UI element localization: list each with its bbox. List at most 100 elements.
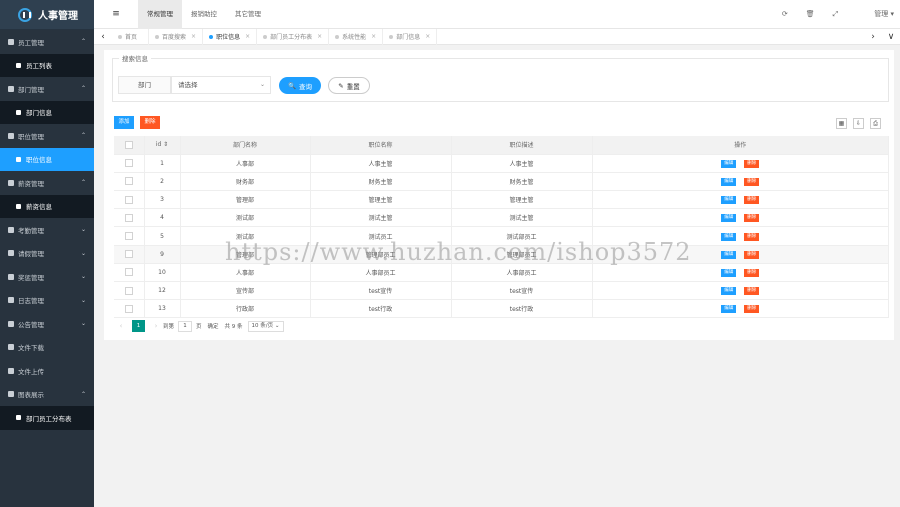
sidebar-item-label: 日志管理 — [18, 297, 44, 306]
row-checkbox[interactable] — [114, 172, 145, 192]
add-button[interactable]: 添加 — [114, 116, 134, 129]
row-checkbox[interactable] — [114, 263, 145, 283]
edit-button[interactable]: 编辑 — [721, 305, 737, 314]
row-checkbox[interactable] — [114, 245, 145, 264]
sidebar-item-16[interactable]: 部门员工分布表 — [0, 406, 94, 430]
delete-button[interactable]: 删除 — [744, 177, 760, 186]
sidebar-item-4[interactable]: 职位管理 ⌃ — [0, 124, 94, 148]
sidebar-item-2[interactable]: 部门管理 ⌃ — [0, 77, 94, 101]
confirm-button[interactable]: 确定 — [208, 322, 219, 330]
close-icon[interactable]: × — [245, 33, 250, 40]
tab-5[interactable]: 部门信息 × — [383, 28, 438, 45]
tab-3[interactable]: 部门员工分布表 × — [257, 28, 330, 45]
columns-filter-icon[interactable]: ▦ — [836, 118, 847, 129]
dept-select[interactable]: 请选择 ⌄ — [171, 76, 271, 94]
export-icon[interactable]: ⇩ — [853, 118, 864, 129]
trash-icon[interactable]: 🗑 — [806, 10, 815, 18]
tab-1[interactable]: 百度搜索 × — [149, 28, 204, 45]
user-menu[interactable]: 管理 ▾ — [856, 9, 894, 19]
sidebar-item-14[interactable]: 文件上传 — [0, 359, 94, 383]
prev-page-icon[interactable]: ‹ — [114, 322, 128, 330]
print-icon[interactable]: ⎙ — [870, 118, 881, 129]
edit-button[interactable]: 编辑 — [721, 196, 737, 205]
batch-delete-button[interactable]: 删除 — [140, 116, 160, 129]
tab-scroll-right-icon[interactable]: › — [864, 32, 882, 42]
edit-button[interactable]: 编辑 — [721, 214, 737, 223]
col-id[interactable]: id ⇕ — [144, 136, 181, 155]
tab-scroll-left-icon[interactable]: ‹ — [94, 32, 112, 42]
sidebar-item-15[interactable]: 图表展示 ⌃ — [0, 383, 94, 407]
edit-button[interactable]: 编辑 — [721, 159, 737, 168]
sidebar-item-6[interactable]: 薪资管理 ⌃ — [0, 171, 94, 195]
top-menu-other[interactable]: 其它管理 — [226, 0, 270, 29]
top-menu-general[interactable]: 常规管理 — [138, 0, 182, 29]
row-checkbox[interactable] — [114, 299, 145, 319]
edit-button[interactable]: 编辑 — [721, 177, 737, 186]
sidebar-item-1[interactable]: 员工列表 — [0, 53, 94, 77]
page-input[interactable]: 1 — [178, 320, 193, 332]
edit-button[interactable]: 编辑 — [721, 268, 737, 277]
menu-toggle-icon[interactable]: ≡ — [94, 9, 138, 19]
delete-button[interactable]: 删除 — [744, 196, 760, 205]
tab-dot-icon — [209, 34, 214, 39]
tab-2[interactable]: 职位信息 × — [203, 28, 258, 45]
sidebar-item-label: 职位信息 — [26, 156, 52, 165]
row-checkbox[interactable] — [114, 154, 145, 173]
cell-position: test宣传 — [310, 281, 452, 301]
sidebar-item-9[interactable]: 请假管理 ⌄ — [0, 242, 94, 266]
sidebar-item-label: 公告管理 — [18, 320, 44, 329]
close-icon[interactable]: × — [371, 33, 376, 40]
close-icon[interactable]: × — [317, 33, 322, 40]
sidebar-item-7[interactable]: 薪资信息 — [0, 194, 94, 218]
sidebar-item-5[interactable]: 职位信息 — [0, 147, 94, 171]
tab-4[interactable]: 系统性能 × — [329, 28, 384, 45]
sidebar-item-0[interactable]: 员工管理 ⌃ — [0, 30, 94, 54]
row-checkbox[interactable] — [114, 226, 145, 246]
page-size-select[interactable]: 10 条/页 ⌄ — [247, 320, 284, 332]
dept-select-value: 请选择 — [178, 81, 198, 89]
fullscreen-icon[interactable]: ⤢ — [833, 10, 839, 19]
current-page[interactable]: 1 — [132, 320, 145, 332]
refresh-icon[interactable]: ⟳ — [782, 10, 788, 18]
select-all-checkbox[interactable] — [114, 136, 145, 155]
sidebar-item-13[interactable]: 文件下载 — [0, 336, 94, 360]
sidebar-item-8[interactable]: 考勤管理 ⌄ — [0, 218, 94, 242]
row-checkbox[interactable] — [114, 281, 145, 301]
tab-dot-icon — [118, 34, 122, 39]
sidebar-item-11[interactable]: 日志管理 ⌄ — [0, 289, 94, 313]
search-icon: 🔍 — [287, 81, 297, 90]
tab-menu-icon[interactable]: ∨ — [882, 32, 900, 42]
edit-button[interactable]: 编辑 — [721, 250, 737, 259]
row-checkbox[interactable] — [114, 190, 145, 210]
cell-desc: 人事主管 — [451, 154, 593, 173]
row-checkbox[interactable] — [114, 208, 145, 228]
delete-button[interactable]: 删除 — [744, 159, 760, 168]
close-icon[interactable]: × — [191, 33, 196, 40]
cell-dept: 宣传部 — [180, 281, 311, 301]
delete-button[interactable]: 删除 — [744, 305, 760, 314]
goto-label: 到第 — [163, 324, 175, 330]
edit-button[interactable]: 编辑 — [721, 232, 737, 241]
chevron-up-icon: ⌃ — [80, 390, 86, 398]
delete-button[interactable]: 删除 — [744, 214, 760, 223]
tab-0[interactable]: 首页 — [112, 28, 150, 45]
app-logo[interactable]: 人事管理 — [0, 0, 94, 30]
sidebar-item-10[interactable]: 奖惩管理 ⌄ — [0, 265, 94, 289]
delete-button[interactable]: 删除 — [744, 250, 760, 259]
sidebar-item-3[interactable]: 部门信息 — [0, 100, 94, 124]
close-icon[interactable]: × — [425, 33, 430, 40]
top-menu-reimburse[interactable]: 报销助控 — [182, 0, 226, 29]
page-unit: 页 — [196, 324, 202, 330]
chevron-down-icon: ⌄ — [80, 226, 86, 234]
reset-button[interactable]: ✎ 重置 — [328, 77, 370, 94]
table-row: 2 财务部 财务主管 财务主管 编辑 删除 — [114, 172, 889, 192]
edit-button[interactable]: 编辑 — [721, 287, 737, 296]
delete-button[interactable]: 删除 — [744, 232, 760, 241]
cell-actions: 编辑 删除 — [592, 208, 889, 228]
delete-button[interactable]: 删除 — [744, 287, 760, 296]
sidebar-item-12[interactable]: 公告管理 ⌄ — [0, 312, 94, 336]
cell-id: 13 — [144, 299, 181, 319]
delete-button[interactable]: 删除 — [744, 268, 760, 277]
next-page-icon[interactable]: › — [149, 322, 163, 330]
query-button[interactable]: 🔍 查询 — [279, 77, 321, 94]
